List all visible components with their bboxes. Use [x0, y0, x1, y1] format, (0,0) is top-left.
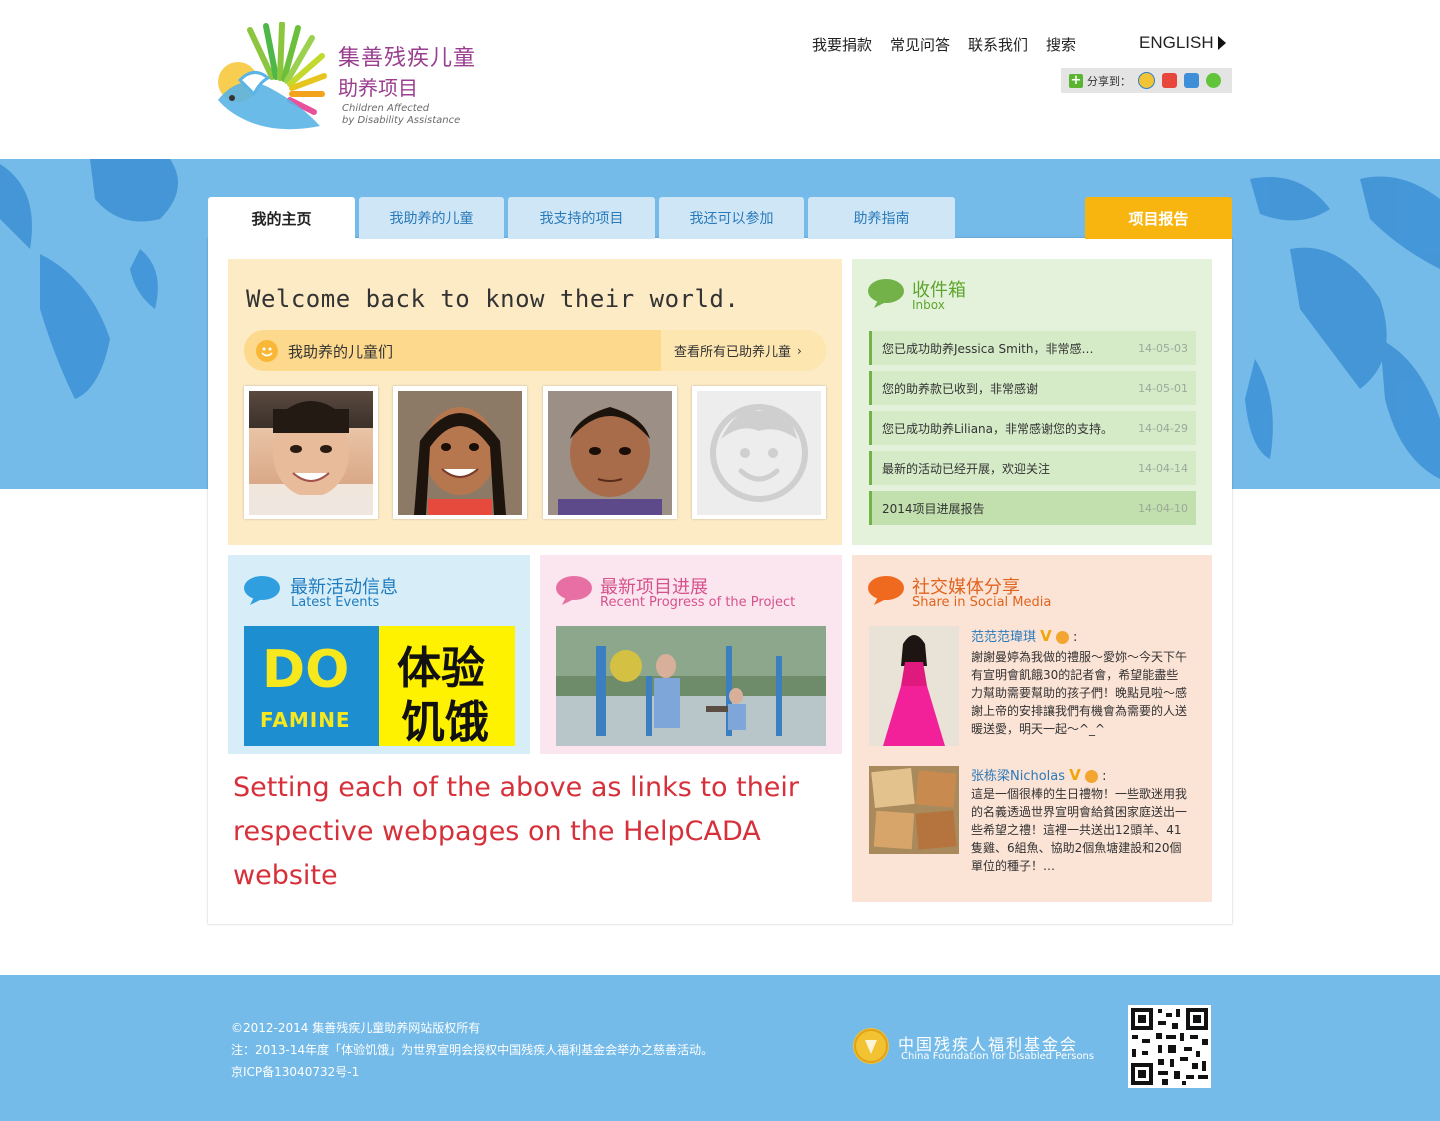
medal-icon: [1055, 631, 1069, 644]
message-text: 您的助养款已收到，非常感谢: [882, 381, 1039, 396]
share-label: 分享到：: [1087, 74, 1131, 88]
social-post-text: 謝謝曼婷為我做的禮服～愛妳～今天下午有宣明會飢餓30的記者會，希望能盡些力幫助需…: [971, 650, 1188, 736]
verified-v-icon: V: [1040, 627, 1052, 645]
logo-title-en-line2: by Disability Assistance: [342, 115, 461, 126]
qzone-icon[interactable]: [1138, 72, 1155, 89]
cfdp-emblem-icon[interactable]: [853, 1028, 889, 1064]
child-photo-2[interactable]: [393, 386, 527, 519]
child-portrait-image: [249, 391, 373, 515]
footer: [0, 975, 1440, 1121]
inbox-message[interactable]: 2014项目进展报告 14-04-10: [869, 491, 1196, 525]
footer-note: 注：2013-14年度「体验饥饿」为世界宣明会授权中国残疾人福利基金会举办之慈善…: [231, 1043, 714, 1057]
medal-icon: [1084, 770, 1098, 783]
message-date: 14-04-14: [1138, 461, 1188, 475]
banner-left: DO FAMINE: [244, 626, 379, 746]
banner-famine-text: FAMINE: [260, 708, 351, 732]
message-date: 14-05-01: [1138, 381, 1188, 395]
exercise-park-image: [556, 626, 826, 746]
progress-photo[interactable]: [556, 626, 826, 746]
weibo-icon[interactable]: [1162, 73, 1177, 88]
tab-project-report[interactable]: 项目报告: [1085, 197, 1232, 239]
sponsored-kids-label: 我助养的儿童们: [288, 343, 394, 361]
social-post-image-1[interactable]: [869, 626, 959, 746]
nav-search[interactable]: 搜索: [1046, 34, 1076, 55]
chevron-right-icon: ›: [797, 343, 802, 358]
share-bar: + 分享到：: [1061, 68, 1232, 93]
events-subtitle: Latest Events: [291, 595, 380, 610]
tab-my-supported-projects[interactable]: 我支持的项目: [508, 197, 655, 239]
progress-subtitle: Recent Progress of the Project: [600, 595, 796, 610]
inbox-message[interactable]: 您已成功助养Jessica Smith，非常感… 14-05-03: [869, 331, 1196, 365]
inbox-message[interactable]: 您已成功助养Liliana，非常感谢您的支持。 14-04-29: [869, 411, 1196, 445]
banner-right: 体验 饥饿: [379, 626, 515, 746]
view-all-kids-label: 查看所有已助养儿童: [674, 345, 792, 360]
social-user-name-text: 范范范瑋琪: [971, 630, 1037, 645]
tab-sponsor-guide[interactable]: 助养指南: [808, 197, 955, 239]
banner-cn-line2: 饥饿: [401, 697, 489, 746]
language-switch[interactable]: ENGLISH: [1139, 33, 1226, 53]
nav-donate[interactable]: 我要捐款: [812, 34, 872, 55]
speech-bubble-icon: [244, 575, 280, 609]
child-photo-placeholder[interactable]: [692, 386, 826, 519]
child-portrait-image: [548, 391, 672, 515]
message-date: 14-04-10: [1138, 501, 1188, 515]
cfdp-name-en: China Foundation for Disabled Persons: [901, 1051, 1095, 1062]
annotation-line-1: Setting each of the above as links to th…: [233, 772, 800, 803]
tab-my-sponsored-children[interactable]: 我助养的儿童: [359, 197, 504, 239]
child-portrait-image: [398, 391, 522, 515]
photo-collage: [869, 766, 959, 854]
footer-icp[interactable]: 京ICP备13040732号-1: [231, 1063, 359, 1080]
social-user-name[interactable]: 张栋梁Nicholas V :: [971, 765, 1106, 784]
smiley-icon: [256, 340, 278, 362]
message-date: 14-05-03: [1138, 341, 1188, 355]
language-label: ENGLISH: [1139, 33, 1214, 52]
child-photo-1[interactable]: [244, 386, 378, 519]
inbox-message[interactable]: 最新的活动已经开展，欢迎关注 14-04-14: [869, 451, 1196, 485]
logo-title-cn: 集善残疾儿童: [338, 46, 477, 71]
inbox-subtitle: Inbox: [912, 298, 945, 312]
social-user-name[interactable]: 范范范瑋琪 V :: [971, 626, 1077, 645]
tencent-weibo-icon[interactable]: [1184, 73, 1199, 88]
plus-icon[interactable]: +: [1069, 73, 1083, 88]
annotation-line-2: respective webpages on the HelpCADA webs…: [233, 816, 761, 891]
nav-contact[interactable]: 联系我们: [968, 34, 1028, 55]
social-post-image-2[interactable]: [869, 766, 959, 854]
speech-bubble-icon: [556, 575, 592, 609]
message-date: 14-04-29: [1138, 421, 1188, 435]
nav-faq[interactable]: 常见问答: [890, 34, 950, 55]
annotation-note: Setting each of the above as links to th…: [233, 766, 853, 898]
avatar-placeholder-icon: [697, 391, 821, 515]
footer-copyright: ©2012-2014 集善残疾儿童助养网站版权所有: [231, 1021, 481, 1035]
view-all-kids-link[interactable]: 查看所有已助养儿童 ›: [661, 330, 826, 371]
message-text: 您已成功助养Liliana，非常感谢您的支持。: [882, 421, 1114, 436]
verified-v-icon: V: [1069, 766, 1081, 784]
tab-can-join[interactable]: 我还可以参加: [659, 197, 804, 239]
celebrity-photo: [869, 626, 959, 746]
inbox-message[interactable]: 您的助养款已收到，非常感谢 14-05-01: [869, 371, 1196, 405]
logo-subtitle-cn: 助养项目: [338, 76, 418, 100]
social-user-name-text: 张栋梁Nicholas: [971, 769, 1066, 784]
speech-bubble-icon: [868, 278, 904, 308]
tab-my-home[interactable]: 我的主页: [208, 197, 355, 239]
banner-do-text: DO: [262, 640, 350, 700]
wechat-icon[interactable]: [1206, 73, 1221, 88]
child-photo-3[interactable]: [543, 386, 677, 519]
message-text: 2014项目进展报告: [882, 501, 985, 516]
do-famine-banner[interactable]: DO FAMINE 体验 饥饿: [244, 626, 515, 746]
message-text: 最新的活动已经开展，欢迎关注: [882, 461, 1051, 476]
welcome-title: Welcome back to know their world.: [246, 285, 740, 313]
top-nav: 我要捐款 常见问答 联系我们 搜索: [812, 33, 1094, 55]
qr-code-icon: [1128, 1005, 1211, 1088]
social-post-text: 這是一個很棒的生日禮物！一些歌迷用我的名義透過世界宣明會給貧困家庭送出一些希望之…: [971, 787, 1188, 873]
message-text: 您已成功助养Jessica Smith，非常感…: [882, 341, 1094, 356]
play-arrow-icon: [1217, 36, 1226, 50]
dove-logo-icon: [218, 21, 327, 130]
logo-title-en-line1: Children Affected: [342, 103, 430, 114]
social-subtitle: Share in Social Media: [912, 595, 1052, 610]
speech-bubble-icon: [868, 575, 904, 609]
